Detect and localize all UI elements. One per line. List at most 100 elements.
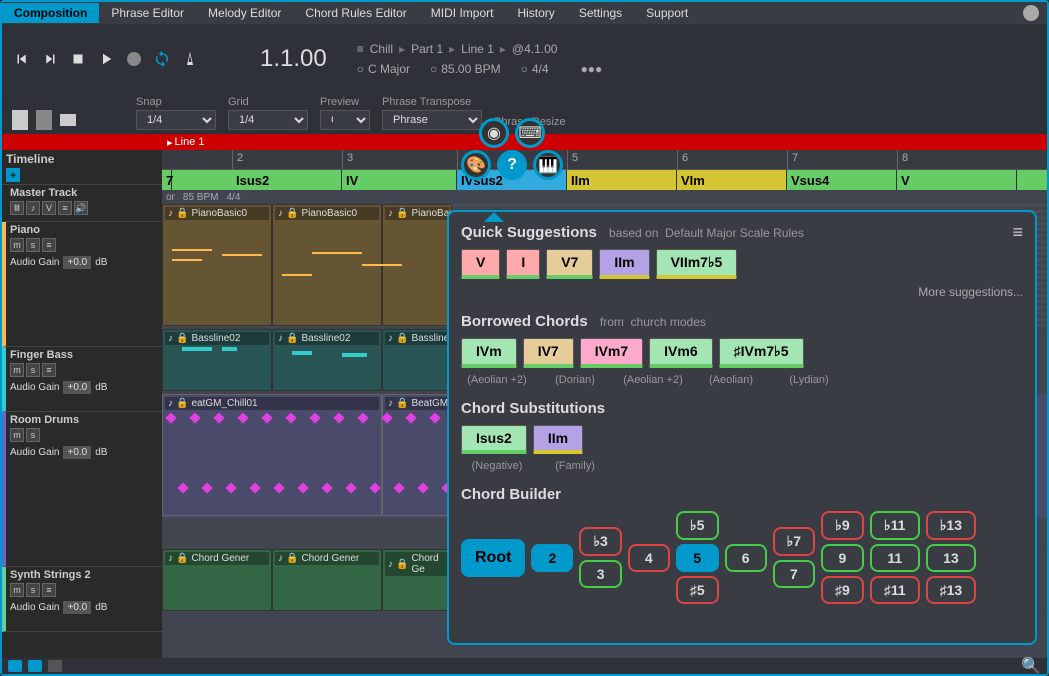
play-button[interactable] xyxy=(96,49,116,69)
transpose-select[interactable]: Phrase xyxy=(382,110,482,130)
ruler[interactable]: 2 3 4 5 6 7 8 xyxy=(162,150,1047,170)
builder-cell[interactable]: 7 xyxy=(773,560,815,588)
menu-midi-import[interactable]: MIDI Import xyxy=(419,3,506,23)
chord-chip[interactable]: V7 xyxy=(546,249,593,279)
master-btn-1[interactable]: Ⅲ xyxy=(10,201,24,215)
key-display[interactable]: C Major xyxy=(357,62,410,76)
menu-history[interactable]: History xyxy=(505,3,566,23)
menu-phrase-editor[interactable]: Phrase Editor xyxy=(99,3,196,23)
builder-cell[interactable]: 9 xyxy=(821,544,864,572)
chord-chip[interactable]: IIm xyxy=(599,249,649,279)
builder-cell[interactable]: 13 xyxy=(926,544,977,572)
builder-cell[interactable]: ♯13 xyxy=(926,576,977,604)
track-piano[interactable]: Piano ms≡ Audio Gain+0.0dB xyxy=(2,222,162,347)
more-suggestions-link[interactable]: More suggestions... xyxy=(461,285,1023,299)
substitutions-title: Chord Substitutions xyxy=(461,400,1023,417)
save-file-icon[interactable] xyxy=(60,114,76,126)
builder-cell[interactable]: ♭9 xyxy=(821,511,864,540)
chord-chip[interactable]: IVm6 xyxy=(649,338,712,368)
menu-support[interactable]: Support xyxy=(634,3,700,23)
radial-knob-icon[interactable]: ◉ xyxy=(479,118,509,148)
chord-chip[interactable]: IVm7 xyxy=(580,338,643,368)
radial-help-icon[interactable]: ? xyxy=(497,150,527,180)
radial-palette-icon[interactable]: 🎨 xyxy=(461,150,491,180)
breadcrumb-project[interactable]: Chill xyxy=(370,42,393,56)
record-button[interactable] xyxy=(124,49,144,69)
breadcrumbs[interactable]: ≡ Chill ▸ Part 1 ▸ Line 1 ▸ @4.1.00 xyxy=(357,42,603,56)
chord-block[interactable]: Isus2 xyxy=(232,170,342,190)
breadcrumb-line[interactable]: Line 1 xyxy=(461,42,494,56)
builder-cell[interactable]: 4 xyxy=(628,544,670,572)
chord-chip[interactable]: V xyxy=(461,249,500,279)
chord-block[interactable]: Vsus4 xyxy=(787,170,897,190)
preview-select[interactable]: Off xyxy=(320,110,370,130)
chord-chip[interactable]: IVm xyxy=(461,338,517,368)
status-info-icon[interactable] xyxy=(8,660,22,672)
rec-btn[interactable]: ≡ xyxy=(42,238,56,252)
menu-settings[interactable]: Settings xyxy=(567,3,634,23)
chord-block[interactable]: VIm xyxy=(677,170,787,190)
radial-keyboard-icon[interactable]: ⌨ xyxy=(515,118,545,148)
chord-chip[interactable]: Isus2 xyxy=(461,425,527,454)
bpm-display[interactable]: 85.00 BPM xyxy=(430,62,501,76)
chord-block[interactable]: IIm xyxy=(567,170,677,190)
sidebar: Timeline + Master Track Ⅲ ♪ V ≡ 🔊 Piano … xyxy=(2,150,162,658)
timesig-display[interactable]: 4/4 xyxy=(521,62,549,76)
menu-composition[interactable]: Composition xyxy=(2,3,99,23)
panel-menu-icon[interactable]: ≡ xyxy=(1012,222,1023,243)
master-btn-5[interactable]: 🔊 xyxy=(74,201,88,215)
builder-root[interactable]: Root xyxy=(461,539,525,577)
status-midi-icon[interactable] xyxy=(28,660,42,672)
mute-btn[interactable]: m xyxy=(10,238,24,252)
builder-cell[interactable]: ♭7 xyxy=(773,527,815,556)
fast-forward-button[interactable] xyxy=(40,49,60,69)
open-file-icon[interactable] xyxy=(36,110,52,130)
new-file-icon[interactable] xyxy=(12,110,28,130)
chord-block[interactable]: IV xyxy=(342,170,457,190)
master-btn-3[interactable]: V xyxy=(42,201,56,215)
builder-cell[interactable]: 6 xyxy=(725,544,767,572)
master-btn-2[interactable]: ♪ xyxy=(26,201,40,215)
chord-chip[interactable]: ♯IVm7♭5 xyxy=(719,338,804,368)
radial-piano-icon[interactable]: 🎹 xyxy=(533,150,563,180)
builder-cell[interactable]: ♯9 xyxy=(821,576,864,604)
snap-select[interactable]: 1/4 xyxy=(136,110,216,130)
stop-button[interactable] xyxy=(68,49,88,69)
builder-cell[interactable]: 3 xyxy=(579,560,621,588)
builder-cell[interactable]: ♯5 xyxy=(676,576,719,604)
chord-chip[interactable]: IV7 xyxy=(523,338,574,368)
chord-chip[interactable]: VIIm7♭5 xyxy=(656,249,738,279)
builder-2[interactable]: 2 xyxy=(531,544,573,572)
status-keyboard-icon[interactable] xyxy=(48,660,62,672)
disc-icon[interactable] xyxy=(1023,5,1039,21)
loop-button[interactable] xyxy=(152,49,172,69)
solo-btn[interactable]: s xyxy=(26,238,40,252)
builder-cell[interactable]: 11 xyxy=(870,544,920,572)
track-strings[interactable]: Synth Strings 2 ms≡ Audio Gain+0.0dB xyxy=(2,567,162,632)
zoom-icon[interactable]: 🔍 xyxy=(1021,656,1041,676)
master-btn-4[interactable]: ≡ xyxy=(58,201,72,215)
track-drums[interactable]: Room Drums ms Audio Gain+0.0dB Open Hi-h… xyxy=(2,412,162,567)
chord-chip[interactable]: IIm xyxy=(533,425,583,454)
builder-cell[interactable]: ♭11 xyxy=(870,511,920,540)
breadcrumb-position[interactable]: @4.1.00 xyxy=(512,42,558,56)
chord-chip[interactable]: I xyxy=(506,249,540,279)
menu-chord-rules[interactable]: Chord Rules Editor xyxy=(293,3,418,23)
chord-block[interactable]: V xyxy=(897,170,1017,190)
grid-select[interactable]: 1/4 xyxy=(228,110,308,130)
add-timeline-button[interactable]: + xyxy=(6,168,20,182)
rewind-button[interactable] xyxy=(12,49,32,69)
builder-cell[interactable]: ♭13 xyxy=(926,511,977,540)
menu-melody-editor[interactable]: Melody Editor xyxy=(196,3,293,23)
more-icon[interactable]: ●●● xyxy=(581,62,603,76)
builder-cell[interactable]: 5 xyxy=(676,544,719,572)
builder-cell[interactable]: ♭5 xyxy=(676,511,719,540)
track-bass[interactable]: Finger Bass ms≡ Audio Gain+0.0dB xyxy=(2,347,162,412)
builder-cell[interactable]: ♭3 xyxy=(579,527,621,556)
breadcrumb-part[interactable]: Part 1 xyxy=(411,42,443,56)
metronome-button[interactable] xyxy=(180,49,200,69)
chord-track[interactable]: 7Isus2IVIVsus2IImVImVsus4V xyxy=(162,170,1047,190)
builder-cell[interactable]: ♯11 xyxy=(870,576,920,604)
chord-block[interactable]: 7 xyxy=(162,170,172,190)
master-track-header[interactable]: Master Track xyxy=(10,187,158,199)
